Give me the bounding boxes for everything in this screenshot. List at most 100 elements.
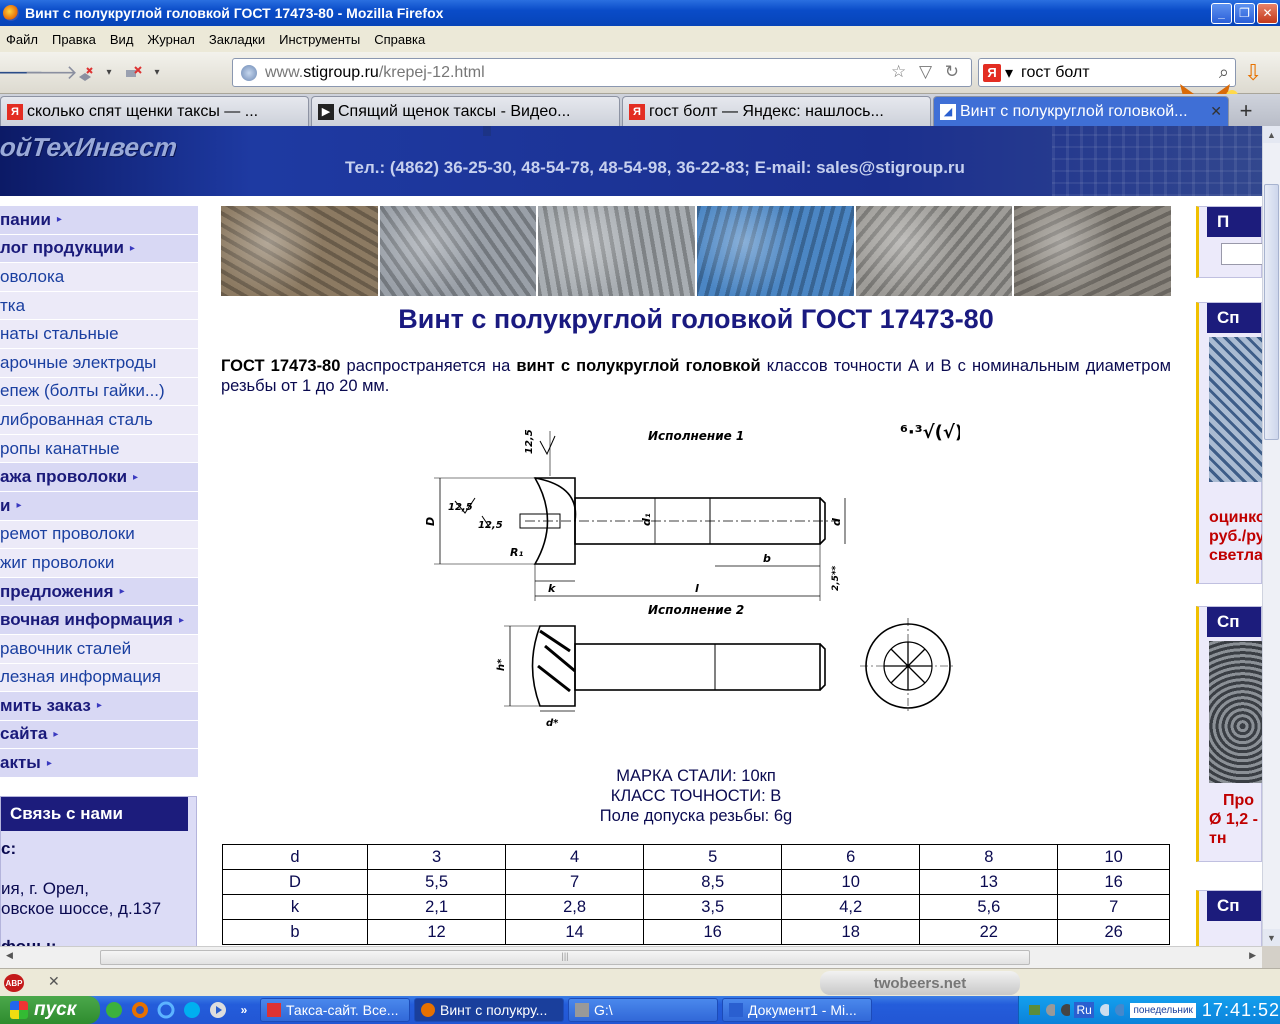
nav-item[interactable]: наты стальные <box>0 320 198 349</box>
nav-item-label: сайта <box>0 724 48 744</box>
language-indicator[interactable]: Ru <box>1074 1002 1094 1018</box>
nav-item[interactable]: ажа проволоки ▸ <box>0 463 198 492</box>
nav-item[interactable]: сайта ▸ <box>0 720 198 750</box>
windows-flag-icon <box>10 1001 28 1019</box>
green-app-icon[interactable] <box>102 999 126 1021</box>
table-cell: 22 <box>919 919 1059 945</box>
menu-file[interactable]: Файл <box>6 32 38 47</box>
scroll-thumb[interactable] <box>1264 184 1279 440</box>
nav-item[interactable]: ропы канатные <box>0 434 198 464</box>
forward-button[interactable]: 🡒 <box>24 58 78 88</box>
nav-item[interactable]: епеж (болты гайки...) <box>0 377 198 407</box>
menu-help[interactable]: Справка <box>374 32 425 47</box>
taskbar-item[interactable]: Документ1 - Mi... <box>722 998 872 1022</box>
skype-icon[interactable] <box>180 999 204 1021</box>
gallery-image-electrodes[interactable] <box>697 206 854 296</box>
yandex-icon[interactable]: Я <box>983 63 1001 82</box>
firefox-quicklaunch-icon[interactable] <box>128 999 152 1021</box>
hscroll-thumb[interactable]: ||| <box>100 950 1030 965</box>
restore-button[interactable]: ❐ <box>1234 2 1255 24</box>
horizontal-scrollbar[interactable]: ◀ ||| ▶ <box>0 946 1262 968</box>
nav-item-label: епеж (болты гайки...) <box>0 381 165 401</box>
dim-h: h* <box>496 658 507 671</box>
dim-l: l <box>695 582 699 595</box>
nav-item[interactable]: лог продукции ▸ <box>0 234 198 264</box>
nav-item-label: пании <box>0 209 51 229</box>
close-icon[interactable]: ✕ <box>48 973 60 990</box>
scroll-down-arrow-icon[interactable]: ▼ <box>1263 929 1280 946</box>
nav-item[interactable]: вочная информация ▸ <box>0 606 198 635</box>
table-cell: 16 <box>1057 869 1170 895</box>
start-button[interactable]: пуск <box>0 996 100 1024</box>
table-cell: 26 <box>1057 919 1170 945</box>
scroll-up-arrow-icon[interactable]: ▲ <box>1263 126 1280 143</box>
right-search-input[interactable] <box>1221 243 1262 265</box>
clock[interactable]: 17:41:52 <box>1202 1000 1280 1021</box>
nav-item[interactable]: предложения ▸ <box>0 577 198 607</box>
table-cell: 8,5 <box>643 869 783 895</box>
home-dropdown[interactable]: ▾ <box>150 67 164 78</box>
menu-bookmarks[interactable]: Закладки <box>209 32 265 47</box>
scroll-right-arrow-icon[interactable]: ▶ <box>1249 950 1256 961</box>
antivirus-icon[interactable] <box>1059 1001 1071 1019</box>
volume-icon[interactable] <box>1044 1001 1056 1019</box>
nav-item[interactable]: ремот проволоки <box>0 520 198 550</box>
bookmark-star-icon[interactable]: ☆ ▽ ↻ <box>891 62 963 82</box>
tab-dachshund-sleep[interactable]: Я сколько спят щенки таксы — ... <box>0 96 309 126</box>
tab-active-screw[interactable]: ◢ Винт с полукруглой головкой... ✕ <box>933 96 1229 126</box>
gallery-image-bolts-nuts[interactable] <box>855 206 1013 296</box>
site-identity-icon[interactable] <box>241 64 257 81</box>
nav-item[interactable]: и ▸ <box>0 491 198 521</box>
nav-item[interactable]: тка <box>0 291 198 321</box>
menu-history[interactable]: Журнал <box>147 32 194 47</box>
nav-item[interactable]: жиг проволоки <box>0 549 198 578</box>
media-icon[interactable] <box>206 999 230 1021</box>
nav-item[interactable]: мить заказ ▸ <box>0 692 198 721</box>
clock-tray-icon[interactable] <box>1098 1001 1110 1019</box>
menu-view[interactable]: Вид <box>110 32 134 47</box>
gallery-image-coil-rolls[interactable] <box>221 206 378 296</box>
adblock-icon[interactable]: ABP <box>4 974 24 992</box>
nav-item[interactable]: либрованная сталь <box>0 406 198 435</box>
nav-item-label: ремот проволоки <box>0 524 135 544</box>
shield-icon[interactable] <box>1113 1001 1125 1019</box>
nav-item[interactable]: равочник сталей <box>0 634 198 664</box>
tab-close-icon[interactable]: ✕ <box>1210 103 1222 120</box>
search-icon[interactable]: ⌕ <box>1219 62 1229 83</box>
close-button[interactable]: ✕ <box>1257 2 1278 24</box>
history-dropdown[interactable]: ▾ <box>102 67 116 78</box>
gallery-image-hex-bars[interactable] <box>1014 206 1172 296</box>
nav-item[interactable]: арочные электроды <box>0 348 198 378</box>
product-image[interactable] <box>1209 641 1262 783</box>
download-icon[interactable]: ⇩ <box>1244 60 1262 86</box>
tab-gost-bolt-search[interactable]: Я гост болт — Яндекс: нашлось... <box>622 96 931 126</box>
search-input[interactable]: гост болт <box>1021 64 1090 82</box>
taskbar-item-active[interactable]: Винт с полукру... <box>414 998 564 1022</box>
tab-puppy-video[interactable]: ▶ Спящий щенок таксы - Видео... <box>311 96 620 126</box>
reload-button[interactable] <box>116 58 150 88</box>
minimize-button[interactable]: _ <box>1211 2 1232 24</box>
taskbar-item[interactable]: Такса-сайт. Все... <box>260 998 410 1022</box>
network-icon[interactable] <box>1027 1001 1040 1019</box>
nav-item[interactable]: оволока <box>0 263 198 292</box>
address-bar[interactable]: www. stigroup.ru/krepej-12.html ☆ ▽ ↻ <box>232 58 972 87</box>
nav-item-label: лог продукции <box>0 238 124 258</box>
vertical-scrollbar[interactable]: ▲ ▼ <box>1262 126 1280 946</box>
stop-button[interactable] <box>68 58 102 88</box>
nav-item[interactable]: лезная информация <box>0 663 198 693</box>
search-engine-dropdown[interactable]: ▾ <box>1005 63 1013 83</box>
site-logo[interactable]: ойТехИнвест <box>0 132 179 163</box>
taskbar-item[interactable]: G:\ <box>568 998 718 1022</box>
gallery-image-wire-coils[interactable] <box>538 206 696 296</box>
menu-edit[interactable]: Правка <box>52 32 96 47</box>
scroll-left-arrow-icon[interactable]: ◀ <box>6 950 13 961</box>
nav-item-label: предложения <box>0 581 114 601</box>
quicklaunch-more[interactable]: » <box>232 999 256 1021</box>
product-image[interactable] <box>1209 337 1262 482</box>
nav-item[interactable]: акты ▸ <box>0 749 198 778</box>
new-tab-button[interactable]: + <box>1231 96 1261 126</box>
menu-tools[interactable]: Инструменты <box>279 32 360 47</box>
gallery-image-mesh[interactable] <box>379 206 537 296</box>
nav-item[interactable]: пании ▸ <box>0 206 198 235</box>
ie-icon[interactable] <box>154 999 178 1021</box>
